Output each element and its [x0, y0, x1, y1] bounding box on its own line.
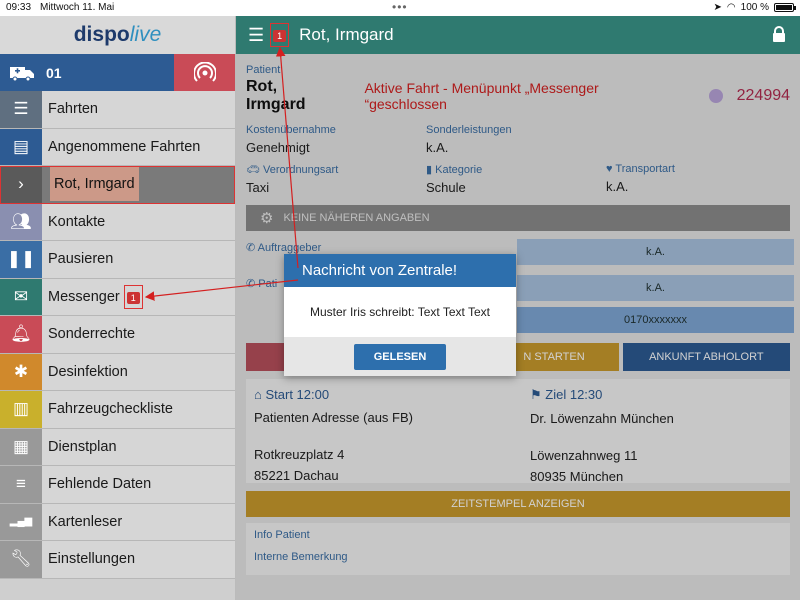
sidebar-item-label: Pausieren — [48, 251, 114, 268]
sidebar-item-label: Fahrten — [48, 101, 98, 118]
wifi-icon: ◠ — [726, 2, 736, 13]
sidebar: dispo live 01 ☰ Fahrten ▤ Angenommene Fahrte… — [0, 16, 236, 600]
sidebar-item-kontakte[interactable]: 👥︎ Kontakte — [0, 203, 235, 241]
vehicle-row: 01 — [0, 54, 235, 91]
signal-icon: ▂▄▆ — [0, 503, 42, 540]
dialog-message: Muster Iris schreibt: Text Text Text — [309, 305, 491, 319]
page-title: Rot, Irmgard — [299, 25, 394, 44]
status-bar: 09:33 Mittwoch 11. Mai ••• ➤ ◠ 100 % — [0, 0, 800, 16]
dialog-footer: GELESEN — [284, 337, 516, 376]
hamburger-menu-icon[interactable]: ☰ — [248, 25, 264, 46]
bell-icon: 🔔︎ — [0, 316, 42, 353]
sidebar-item-label: Dienstplan — [48, 438, 117, 455]
sidebar-item-kartenleser[interactable]: ▂▄▆ Kartenleser — [0, 503, 235, 541]
database-icon: ≡ — [0, 466, 42, 503]
sidebar-item-messenger[interactable]: ✉ Messenger 1 — [0, 278, 235, 316]
vehicle-number: 01 — [46, 64, 62, 81]
sidebar-item-fehlende-daten[interactable]: ≡ Fehlende Daten — [0, 466, 235, 504]
sidebar-item-label: Messenger — [48, 288, 120, 305]
sidebar-item-label: Rot, Irmgard — [50, 167, 139, 202]
topbar-message-badge[interactable]: 1 — [273, 30, 287, 42]
messenger-badge-box: 1 — [123, 284, 143, 309]
lock-icon[interactable] — [772, 26, 786, 48]
sidebar-item-fahrzeugcheckliste[interactable]: ▥ Fahrzeugcheckliste — [0, 391, 235, 429]
id-card-icon: ▤ — [0, 128, 42, 165]
vehicle-selector[interactable]: 01 — [0, 54, 174, 91]
sidebar-item-einstellungen[interactable]: 🔧︎ Einstellungen — [0, 541, 235, 579]
dialog-title: Nachricht von Zentrale! — [284, 254, 516, 287]
logo-text: dispo — [73, 23, 130, 46]
ambulance-icon — [10, 66, 34, 81]
sidebar-item-pausieren[interactable]: ❚❚ Pausieren — [0, 241, 235, 279]
location-icon: ➤ — [713, 2, 722, 13]
sidebar-item-label: Fahrzeugcheckliste — [48, 401, 173, 418]
sidebar-item-label: Einstellungen — [48, 551, 136, 568]
read-button[interactable]: GELESEN — [354, 343, 446, 370]
battery-text: 100 % — [740, 2, 769, 13]
logo-live-text: live — [129, 23, 162, 46]
sidebar-item-label: Kartenleser — [48, 513, 123, 530]
sidebar-item-label: Desinfektion — [48, 363, 128, 380]
envelope-icon: ✉ — [0, 278, 42, 315]
topbar-badge-box: 1 — [270, 23, 290, 47]
sidebar-item-label: Angenommene Fahrten — [48, 138, 201, 155]
radio-signal-icon — [193, 61, 216, 82]
sidebar-item-label: Fehlende Daten — [48, 476, 152, 493]
sidebar-item-label: Kontakte — [48, 213, 106, 230]
bug-icon: ✱ — [0, 353, 42, 390]
multitask-dots-icon[interactable]: ••• — [392, 0, 408, 14]
pause-icon: ❚❚ — [0, 241, 42, 278]
list-icon: ☰ — [0, 91, 42, 128]
wrench-icon: 🔧︎ — [0, 541, 42, 578]
book-icon: ▥ — [0, 391, 42, 428]
sidebar-item-label: Sonderrechte — [48, 326, 136, 343]
status-icons: ➤ ◠ 100 % — [713, 2, 796, 13]
message-dialog: Nachricht von Zentrale! Muster Iris schr… — [284, 254, 516, 376]
sidebar-item-fahrten[interactable]: ☰ Fahrten — [0, 91, 235, 129]
battery-icon — [774, 3, 796, 12]
sidebar-item-desinfektion[interactable]: ✱ Desinfektion — [0, 353, 235, 391]
status-time: 09:33 — [6, 2, 32, 13]
sidebar-item-dienstplan[interactable]: ▦ Dienstplan — [0, 428, 235, 466]
sidebar-item-rot-irmgard[interactable]: › Rot, Irmgard — [0, 166, 235, 204]
chevron-right-icon: › — [0, 166, 42, 203]
sidebar-item-angenommene-fahrten[interactable]: ▤ Angenommene Fahrten — [0, 128, 235, 166]
calendar-icon: ▦ — [0, 428, 42, 465]
app-logo: dispo live — [0, 16, 235, 54]
top-bar: ☰ 1 Rot, Irmgard — [236, 16, 800, 54]
sidebar-item-sonderrechte[interactable]: 🔔︎ Sonderrechte — [0, 316, 235, 354]
users-icon: 👥︎ — [0, 203, 42, 240]
status-date: Mittwoch 11. Mai — [40, 2, 115, 13]
radio-button[interactable] — [174, 54, 235, 91]
sidebar-menu: ☰ Fahrten ▤ Angenommene Fahrten › Rot, Irmgar… — [0, 91, 235, 579]
messenger-badge: 1 — [126, 291, 140, 304]
